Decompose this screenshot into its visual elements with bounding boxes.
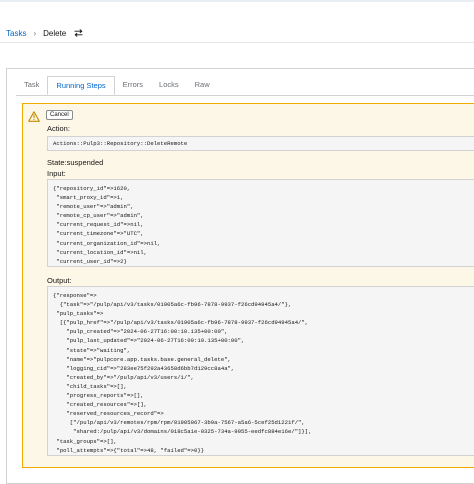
state-value: suspended <box>66 158 104 167</box>
tab-locks[interactable]: Locks <box>151 76 187 95</box>
tabs-underline <box>16 95 474 96</box>
warning-triangle-icon <box>28 109 40 127</box>
output-label: Output: <box>47 276 72 285</box>
output-value: {"response"=> {"task"=>"/pulp/api/v3/tas… <box>47 286 474 456</box>
input-value: {"repository_id"=>1620, "smart_proxy_id"… <box>47 179 474 267</box>
input-label: Input: <box>47 169 66 178</box>
tab-errors[interactable]: Errors <box>115 76 151 95</box>
top-border <box>0 0 474 2</box>
state-label: State: <box>47 158 67 167</box>
breadcrumb-tasks-link[interactable]: Tasks <box>6 29 26 38</box>
header-divider <box>0 42 474 43</box>
breadcrumb-current: Delete <box>43 28 67 38</box>
switch-arrows-icon[interactable] <box>74 29 83 37</box>
tab-raw[interactable]: Raw <box>187 76 218 95</box>
breadcrumb-separator: › <box>33 28 37 38</box>
task-tabs: Task Running Steps Errors Locks Raw <box>16 76 218 96</box>
cancel-button[interactable]: Cancel <box>46 110 73 120</box>
state-line: State:suspended <box>47 158 103 167</box>
tab-task[interactable]: Task <box>16 76 47 95</box>
tab-running-steps[interactable]: Running Steps <box>47 76 115 95</box>
action-label: Action: <box>47 124 70 133</box>
breadcrumb: Tasks › Delete <box>6 26 83 40</box>
action-value: Actions::Pulp3::Repository::DeleteRemote <box>47 136 474 151</box>
